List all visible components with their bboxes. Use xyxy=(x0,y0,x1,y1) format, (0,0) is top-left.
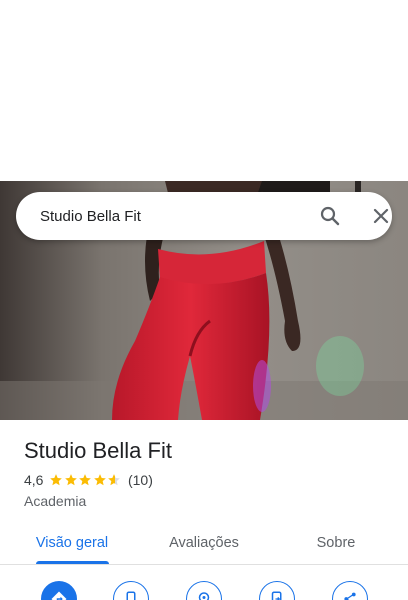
action-buttons xyxy=(0,578,408,600)
tab-about[interactable]: Sobre xyxy=(284,520,388,565)
search-box[interactable]: Studio Bella Fit xyxy=(16,192,392,240)
send-to-phone-button[interactable] xyxy=(259,581,295,600)
star-icon xyxy=(79,474,92,486)
tab-overview[interactable]: Visão geral xyxy=(20,520,124,565)
send-to-phone-icon xyxy=(271,591,282,600)
share-icon xyxy=(344,592,356,600)
active-tab-indicator xyxy=(36,561,109,564)
star-icon xyxy=(65,474,77,486)
place-title: Studio Bella Fit xyxy=(24,438,172,463)
search-icon[interactable] xyxy=(318,204,342,228)
nearby-icon xyxy=(198,592,210,600)
place-tabs: Visão geral Avaliações Sobre xyxy=(0,520,408,565)
star-icon xyxy=(50,474,63,486)
map-blank-area xyxy=(0,0,408,181)
directions-button[interactable] xyxy=(41,581,77,600)
place-category[interactable]: Academia xyxy=(24,493,86,509)
rating-value: 4,6 xyxy=(24,472,44,488)
rating-stars xyxy=(49,473,122,487)
star-icon xyxy=(94,474,106,486)
star-half-icon xyxy=(108,474,121,486)
rating-row[interactable]: 4,6 (10) xyxy=(24,472,153,488)
tab-reviews[interactable]: Avaliações xyxy=(152,520,256,565)
phone-icon xyxy=(126,591,136,600)
directions-icon xyxy=(51,591,67,600)
call-button[interactable] xyxy=(113,581,149,600)
share-button[interactable] xyxy=(332,581,368,600)
close-icon[interactable] xyxy=(369,204,393,228)
nearby-button[interactable] xyxy=(186,581,222,600)
review-count[interactable]: (10) xyxy=(128,472,153,488)
